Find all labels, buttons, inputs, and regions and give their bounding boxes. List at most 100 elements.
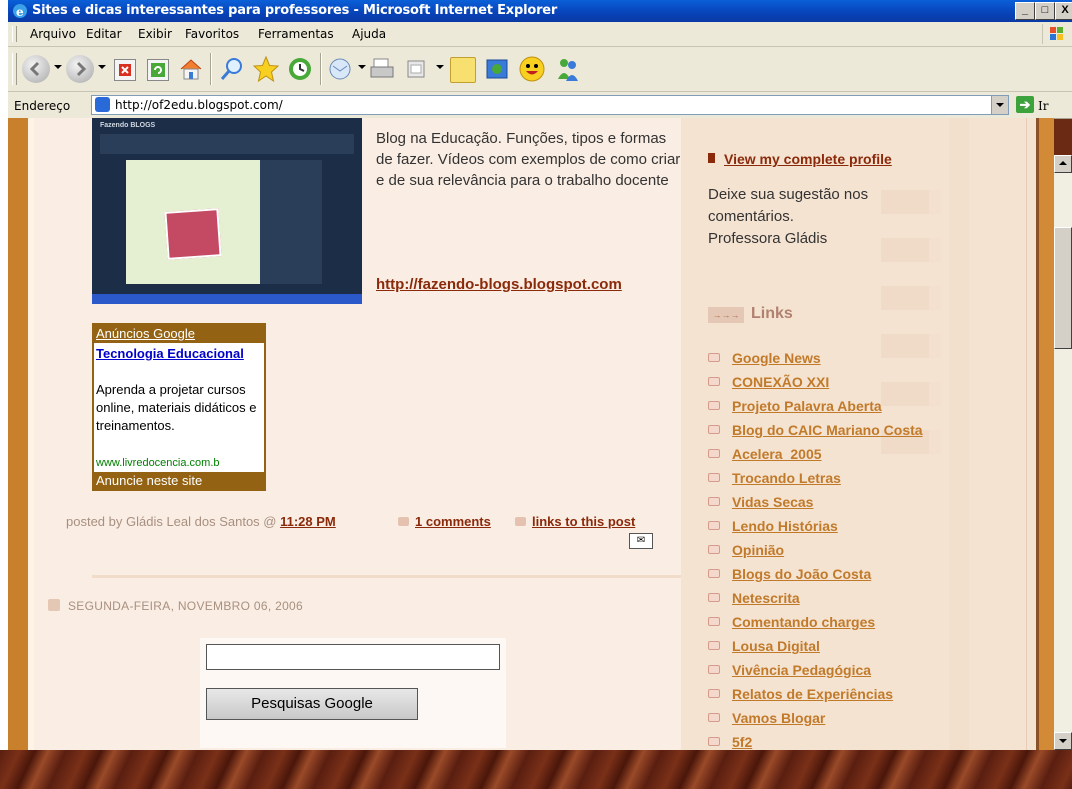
history-icon[interactable]: [286, 55, 314, 83]
links-heading: Links: [751, 305, 793, 322]
vertical-scrollbar[interactable]: [1054, 155, 1072, 750]
forward-icon[interactable]: [66, 55, 94, 83]
restore-button[interactable]: □: [1035, 2, 1055, 20]
forward-dropdown-icon[interactable]: [98, 65, 106, 69]
search-input[interactable]: [206, 644, 500, 670]
title-bar: e Sites e dicas interessantes para profe…: [8, 0, 1072, 22]
sidebar-link[interactable]: Trocando Letras: [708, 470, 841, 486]
page-left-border: [8, 118, 28, 750]
sidebar-link[interactable]: 5f2: [708, 734, 752, 750]
go-arrow-icon[interactable]: ➔: [1016, 96, 1034, 113]
posted-by-text: posted by Gládis Leal dos Santos @: [66, 514, 281, 529]
post-description: Blog na Educação. Funções, tipos e forma…: [376, 130, 681, 189]
thumb-photo: [164, 208, 222, 260]
refresh-icon[interactable]: [147, 59, 169, 81]
home-icon[interactable]: [178, 57, 204, 81]
minimize-button[interactable]: _: [1015, 2, 1035, 20]
web-page: Fazendo BLOGS Blog na Educação. Funções,…: [8, 118, 1054, 750]
date-bullet-icon: [48, 599, 60, 611]
links-to-post-link[interactable]: links to this post: [532, 514, 635, 529]
desktop-wallpaper: [0, 750, 1072, 789]
scroll-up-button[interactable]: [1054, 155, 1072, 173]
thumb-taskbar: [92, 294, 362, 304]
sidebar-link[interactable]: Comentando charges: [708, 614, 875, 630]
menu-ferramentas[interactable]: Ferramentas: [258, 27, 334, 41]
sidebar-link[interactable]: Google News: [708, 350, 821, 366]
close-button[interactable]: X: [1055, 2, 1072, 20]
mail-dropdown-icon[interactable]: [358, 65, 366, 69]
post-time-link[interactable]: 11:28 PM: [280, 514, 336, 529]
search-icon[interactable]: [218, 55, 246, 83]
window-title: Sites e dicas interessantes para profess…: [32, 3, 558, 18]
favorites-star-icon[interactable]: [252, 55, 280, 83]
email-post-icon[interactable]: ✉: [629, 533, 653, 549]
address-url[interactable]: http://of2edu.blogspot.com/: [115, 98, 283, 112]
toolbar-grip: [12, 53, 17, 85]
print-icon[interactable]: [368, 57, 396, 81]
address-dropdown-button[interactable]: [991, 96, 1008, 114]
sidebar-pattern: [929, 118, 969, 750]
sidebar-link[interactable]: Projeto Palavra Aberta: [708, 398, 882, 414]
ad-url[interactable]: www.livredocencia.com.b: [96, 457, 220, 469]
backlinks-icon: [515, 517, 526, 526]
smiley-icon[interactable]: [518, 55, 546, 83]
post-footer: posted by Gládis Leal dos Santos @ 11:28…: [66, 514, 336, 529]
edit-icon[interactable]: [406, 59, 426, 79]
ad-header[interactable]: Anúncios Google: [94, 325, 264, 343]
page-favicon-icon: [95, 97, 110, 112]
stop-icon[interactable]: [114, 59, 136, 81]
google-search-button[interactable]: Pesquisas Google: [206, 688, 418, 720]
menu-bar: Arquivo Editar Exibir Favoritos Ferramen…: [8, 22, 1072, 47]
comments-link[interactable]: 1 comments: [415, 514, 491, 529]
sidebar-link[interactable]: Opinião: [708, 542, 784, 558]
sidebar-link[interactable]: Vivência Pedagógica: [708, 662, 871, 678]
profile-icon: [708, 153, 715, 163]
sidebar-link[interactable]: Blogs do João Costa: [708, 566, 871, 582]
address-label: Endereço: [14, 99, 71, 113]
scroll-thumb[interactable]: [1054, 227, 1072, 349]
sidebar-link[interactable]: CONEXÃO XXI: [708, 374, 829, 390]
windows-logo-icon: [1042, 24, 1071, 44]
menu-favoritos[interactable]: Favoritos: [185, 27, 239, 41]
sidebar-link[interactable]: Vamos Blogar: [708, 710, 825, 726]
back-icon[interactable]: [22, 55, 50, 83]
mail-icon[interactable]: [328, 57, 356, 81]
thumb-header: Fazendo BLOGS: [100, 122, 156, 129]
sidebar-link[interactable]: Netescrita: [708, 590, 800, 606]
menu-exibir[interactable]: Exibir: [138, 27, 172, 41]
edit-dropdown-icon[interactable]: [436, 65, 444, 69]
menu-ajuda[interactable]: Ajuda: [352, 27, 386, 41]
notes-icon[interactable]: [450, 57, 476, 83]
menu-arquivo[interactable]: Arquivo: [30, 27, 76, 41]
page-right-border: [1039, 118, 1054, 750]
back-dropdown-icon[interactable]: [54, 65, 62, 69]
links-arrow-icon: →→→: [708, 307, 744, 323]
view-profile-link[interactable]: View my complete profile: [724, 151, 892, 167]
post-link[interactable]: http://fazendo-blogs.blogspot.com: [376, 276, 622, 293]
google-ad-box[interactable]: Anúncios Google Tecnologia Educacional A…: [92, 323, 266, 491]
toolbar-separator: [320, 53, 322, 85]
sidebar-link[interactable]: Acelera_2005: [708, 446, 822, 462]
sidebar-link[interactable]: Blog do CAIC Mariano Costa: [708, 422, 923, 438]
sidebar-link[interactable]: Vidas Secas: [708, 494, 813, 510]
toolbar-separator: [210, 53, 212, 85]
post-divider: [92, 575, 684, 578]
thumb-sidebar: [260, 160, 322, 284]
sidebar-text-line: Professora Gládis: [708, 230, 828, 247]
ad-footer[interactable]: Anuncie neste site: [94, 472, 264, 489]
sidebar-link[interactable]: Lousa Digital: [708, 638, 820, 654]
sidebar-link[interactable]: Relatos de Experiências: [708, 686, 893, 702]
post-screenshot-image[interactable]: Fazendo BLOGS: [92, 118, 362, 304]
ad-title[interactable]: Tecnologia Educacional: [96, 345, 256, 362]
page-right-margin: [1026, 118, 1036, 750]
messenger-icon[interactable]: [554, 55, 582, 83]
address-field[interactable]: http://of2edu.blogspot.com/: [91, 95, 1009, 115]
scroll-down-button[interactable]: [1054, 732, 1072, 750]
messenger-window-icon[interactable]: [484, 56, 510, 82]
menu-editar[interactable]: Editar: [86, 27, 122, 41]
google-search-box: Pesquisas Google: [200, 638, 506, 748]
toolbar-grip: [12, 26, 17, 42]
go-button-label[interactable]: Ir: [1038, 99, 1048, 113]
svg-text:e: e: [16, 5, 24, 19]
sidebar-link[interactable]: Lendo Histórias: [708, 518, 838, 534]
